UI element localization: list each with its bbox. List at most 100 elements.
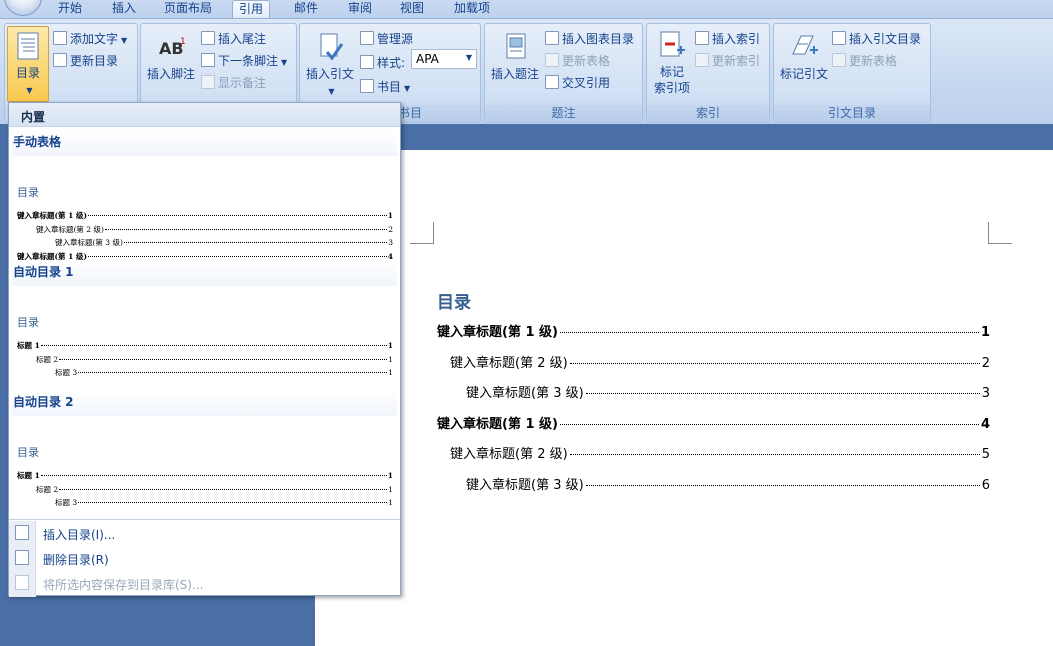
menu-separator xyxy=(9,519,400,520)
manage-sources-button[interactable]: 管理源 xyxy=(360,30,413,47)
tab-insert[interactable]: 插入 xyxy=(106,0,142,18)
tab-page-layout[interactable]: 页面布局 xyxy=(158,0,218,18)
update-toc-button[interactable]: 更新目录 xyxy=(53,52,118,69)
gallery-preview-auto-toc-2[interactable]: 目录 标题 1 1 标题 2 1 标题 3 1 xyxy=(17,444,393,510)
manage-sources-label: 管理源 xyxy=(377,32,414,46)
update-toa-button[interactable]: 更新表格 xyxy=(832,52,897,69)
toa-group-label: 引文目录 xyxy=(774,105,930,122)
preview-leader-dots xyxy=(40,475,387,476)
insert-table-of-authorities-button[interactable]: 插入引文目录 xyxy=(832,30,921,47)
preview-title: 目录 xyxy=(17,316,39,329)
style-label-text: 样式: xyxy=(377,56,406,70)
mark-entry-button[interactable]: 标记 索引项 xyxy=(649,30,695,96)
preview-leader-dots xyxy=(104,228,388,230)
add-text-button[interactable]: 添加文字 ▼ xyxy=(53,30,127,47)
preview-line-text: 键入章标题(第 3 级) xyxy=(55,238,123,247)
endnote-icon xyxy=(201,31,215,45)
preview-line: 标题 1 1 xyxy=(17,469,393,483)
gallery-item-manual-table[interactable]: 手动表格 xyxy=(12,130,397,156)
save-selection-to-toc-gallery-command: 将所选内容保存到目录库(S)... xyxy=(9,571,400,595)
toc-entry[interactable]: 键入章标题(第 1 级) 4 xyxy=(437,413,990,432)
gallery-section-header: 内置 xyxy=(9,103,400,127)
cross-reference-button[interactable]: 交叉引用 xyxy=(545,74,610,91)
show-notes-label: 显示备注 xyxy=(218,76,267,90)
preview-line-text: 标题 1 xyxy=(17,471,40,480)
preview-leader-dots xyxy=(88,255,387,257)
toc-entry[interactable]: 键入章标题(第 3 级) 6 xyxy=(466,474,990,493)
gallery-preview-auto-toc-1[interactable]: 目录 标题 1 1 标题 2 1 标题 3 1 xyxy=(17,314,393,380)
insert-citation-button[interactable]: 插入引文 ▼ xyxy=(304,32,356,100)
toc-entry[interactable]: 键入章标题(第 3 级) 3 xyxy=(466,382,990,401)
update-table-icon xyxy=(545,53,559,67)
tab-review[interactable]: 审阅 xyxy=(342,0,378,18)
citation-style-value: APA xyxy=(416,52,439,66)
insert-toc-command[interactable]: 插入目录(I)... xyxy=(9,521,400,545)
preview-leader-dots xyxy=(78,502,388,503)
mark-entry-label-2: 索引项 xyxy=(653,81,690,95)
tab-home[interactable]: 开始 xyxy=(52,0,88,18)
toc-leader-dots xyxy=(559,423,979,425)
preview-line-text: 标题 3 xyxy=(55,498,78,507)
insert-table-of-figures-label: 插入图表目录 xyxy=(562,32,635,46)
toc-entry[interactable]: 键入章标题(第 2 级) 5 xyxy=(450,443,990,462)
update-index-label: 更新索引 xyxy=(712,54,761,68)
toc-entry-page: 1 xyxy=(980,325,990,340)
tab-references[interactable]: 引用 xyxy=(232,0,271,19)
tab-add-ins[interactable]: 加载项 xyxy=(448,0,496,18)
preview-line-page: 2 xyxy=(388,224,393,234)
show-notes-button[interactable]: 显示备注 xyxy=(201,74,266,91)
insert-index-button[interactable]: 插入索引 xyxy=(695,30,760,47)
index-group-label: 索引 xyxy=(647,105,769,122)
citation-style-select[interactable]: APA ▼ xyxy=(411,49,477,69)
preview-line-text: 键入章标题(第 2 级) xyxy=(36,224,104,234)
toc-button-label: 目录 xyxy=(15,66,40,80)
tab-view[interactable]: 视图 xyxy=(394,0,430,18)
toc-entry-text: 键入章标题(第 1 级) xyxy=(437,325,558,340)
tab-mailings[interactable]: 邮件 xyxy=(288,0,324,18)
gallery-item-auto-toc-2[interactable]: 自动目录 2 xyxy=(12,390,397,416)
cross-reference-label: 交叉引用 xyxy=(562,76,611,90)
update-index-button[interactable]: 更新索引 xyxy=(695,52,760,69)
document-toc-title[interactable]: 目录 xyxy=(437,288,471,313)
bibliography-label: 书目 xyxy=(377,80,402,94)
insert-toc-icon xyxy=(15,525,29,540)
preview-line-page: 1 xyxy=(387,211,393,220)
mark-entry-label-1: 标记 xyxy=(659,65,684,79)
gallery-preview-manual-table[interactable]: 目录 键入章标题(第 1 级) 1 键入章标题(第 2 级) 2 键入章标题(第 3 级)… xyxy=(17,184,393,263)
toc-leader-dots xyxy=(569,362,980,364)
preview-line-text: 标题 2 xyxy=(36,484,59,494)
preview-line-text: 标题 3 xyxy=(55,368,78,377)
toc-entry-page: 2 xyxy=(981,355,990,371)
insert-toa-icon xyxy=(832,31,846,45)
next-footnote-icon xyxy=(201,53,215,67)
mark-citation-button[interactable]: 标记引文 xyxy=(776,32,832,82)
office-button[interactable] xyxy=(4,0,42,16)
toc-entry-page: 3 xyxy=(981,386,990,401)
preview-line: 键入章标题(第 2 级) 2 xyxy=(17,223,393,237)
remove-toc-command[interactable]: 删除目录(R) xyxy=(9,546,400,570)
toc-entry[interactable]: 键入章标题(第 1 级) 1 xyxy=(437,321,990,340)
update-icon xyxy=(53,53,67,67)
save-to-gallery-icon xyxy=(15,575,29,590)
insert-index-label: 插入索引 xyxy=(712,32,761,46)
toc-button[interactable]: 目录 ▼ xyxy=(7,26,49,102)
insert-table-of-figures-button[interactable]: 插入图表目录 xyxy=(545,30,634,47)
next-footnote-label: 下一条脚注 xyxy=(218,54,279,68)
insert-footnote-button[interactable]: AB 1 插入脚注 xyxy=(145,32,197,82)
insert-endnote-button[interactable]: 插入尾注 xyxy=(201,30,266,47)
next-footnote-button[interactable]: 下一条脚注 ▼ xyxy=(201,52,287,69)
chevron-down-icon: ▼ xyxy=(26,86,33,95)
preview-line: 标题 2 1 xyxy=(17,483,393,497)
update-toa-icon xyxy=(832,53,846,67)
toc-leader-dots xyxy=(569,454,980,455)
show-notes-icon xyxy=(201,75,215,89)
table-of-authorities-group: 标记引文 插入引文目录 更新表格 引文目录 xyxy=(773,23,931,123)
captions-group-label: 题注 xyxy=(485,105,642,122)
insert-caption-button[interactable]: 插入题注 xyxy=(489,32,541,82)
update-figures-table-button[interactable]: 更新表格 xyxy=(545,52,610,69)
page-corner-mark-left xyxy=(410,222,434,244)
preview-line: 标题 1 1 xyxy=(17,339,393,353)
bibliography-button[interactable]: 书目 ▼ xyxy=(360,78,410,95)
gallery-item-auto-toc-1[interactable]: 自动目录 1 xyxy=(12,260,397,286)
toc-entry[interactable]: 键入章标题(第 2 级) 2 xyxy=(450,352,990,371)
